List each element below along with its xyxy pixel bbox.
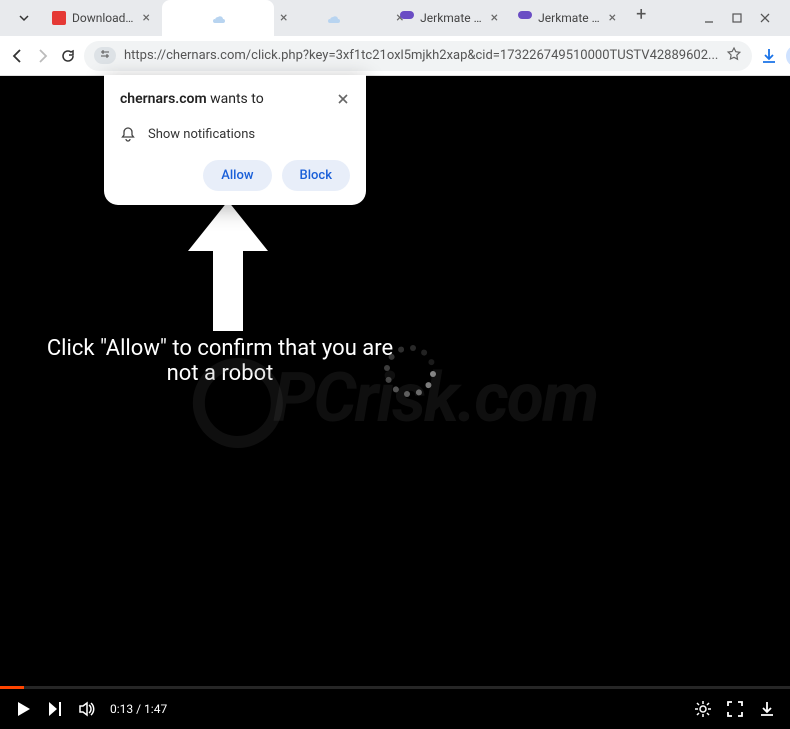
minimize-button[interactable] xyxy=(702,11,716,25)
volume-button[interactable] xyxy=(78,700,96,718)
tune-icon xyxy=(100,49,110,59)
favicon-icon xyxy=(52,11,66,25)
video-controls: 0:13 / 1:47 xyxy=(0,689,790,729)
reload-button[interactable] xyxy=(60,42,76,70)
favicon-icon xyxy=(518,11,532,25)
close-icon xyxy=(759,12,771,24)
downloads-button[interactable] xyxy=(760,42,778,70)
download-video-button[interactable] xyxy=(758,700,776,718)
arrow-left-icon xyxy=(8,47,26,65)
settings-button[interactable] xyxy=(694,700,712,718)
page-content: chernars.com wants to Show notifications… xyxy=(0,76,790,729)
tab-title: Download R xyxy=(72,11,135,25)
permission-close-button[interactable] xyxy=(336,91,350,110)
bookmark-button[interactable] xyxy=(726,46,742,66)
next-button[interactable] xyxy=(46,700,64,718)
tab-title: Jerkmate | N xyxy=(420,11,483,25)
download-icon xyxy=(760,47,778,65)
reload-icon xyxy=(60,48,76,64)
titlebar: Download R × Click Allow × Click &quot ×… xyxy=(0,0,790,36)
favicon-icon xyxy=(170,0,266,36)
forward-button[interactable] xyxy=(34,42,52,70)
favicon-icon xyxy=(284,0,382,36)
block-button[interactable]: Block xyxy=(282,160,350,191)
url-text: https://chernars.com/click.php?key=3xf1t… xyxy=(124,48,718,63)
tab-4[interactable]: Jerkmate | N × xyxy=(510,0,626,36)
back-button[interactable] xyxy=(8,42,26,70)
permission-label: Show notifications xyxy=(148,127,255,142)
tab-1[interactable]: Click Allow × xyxy=(162,0,274,36)
notification-permission-prompt: chernars.com wants to Show notifications… xyxy=(104,75,366,205)
browser-window: Download R × Click Allow × Click &quot ×… xyxy=(0,0,790,729)
tab-2[interactable]: Click &quot × xyxy=(276,0,390,36)
close-window-button[interactable] xyxy=(758,11,772,25)
url-input[interactable]: https://chernars.com/click.php?key=3xf1t… xyxy=(84,41,752,71)
tab-strip: Download R × Click Allow × Click &quot ×… xyxy=(44,0,688,36)
star-icon xyxy=(726,46,742,62)
tab-3[interactable]: Jerkmate | N × xyxy=(392,0,508,36)
maximize-icon xyxy=(731,12,743,24)
window-controls xyxy=(688,11,786,25)
tab-title: Jerkmate | N xyxy=(538,11,601,25)
play-button[interactable] xyxy=(14,700,32,718)
new-tab-button[interactable]: + xyxy=(628,0,654,36)
volume-icon xyxy=(78,700,96,718)
bell-icon xyxy=(120,126,136,142)
fullscreen-button[interactable] xyxy=(726,700,744,718)
tab-0[interactable]: Download R × xyxy=(44,0,160,36)
tab-close-button[interactable]: × xyxy=(141,10,152,26)
loading-spinner-icon xyxy=(385,346,435,396)
minimize-icon xyxy=(703,12,715,24)
chevron-down-icon xyxy=(18,12,30,24)
profile-button[interactable] xyxy=(786,42,790,70)
avatar-icon xyxy=(786,45,790,67)
video-time-display: 0:13 / 1:47 xyxy=(110,702,167,716)
play-icon xyxy=(14,700,32,718)
close-icon xyxy=(336,92,350,106)
tab-close-button[interactable]: × xyxy=(489,10,500,26)
tab-search-button[interactable] xyxy=(12,3,36,34)
fullscreen-icon xyxy=(726,700,744,718)
download-icon xyxy=(758,700,776,718)
tab-close-button[interactable]: × xyxy=(607,10,618,26)
allow-button[interactable]: Allow xyxy=(203,160,271,191)
favicon-icon xyxy=(400,11,414,25)
permission-origin: chernars.com wants to xyxy=(120,91,264,107)
site-info-button[interactable] xyxy=(94,47,116,64)
arrow-right-icon xyxy=(34,47,52,65)
gear-icon xyxy=(694,700,712,718)
arrow-up-icon xyxy=(178,196,278,346)
next-icon xyxy=(46,700,64,718)
maximize-button[interactable] xyxy=(730,11,744,25)
permission-row: Show notifications xyxy=(120,126,350,142)
address-bar: https://chernars.com/click.php?key=3xf1t… xyxy=(0,36,790,76)
